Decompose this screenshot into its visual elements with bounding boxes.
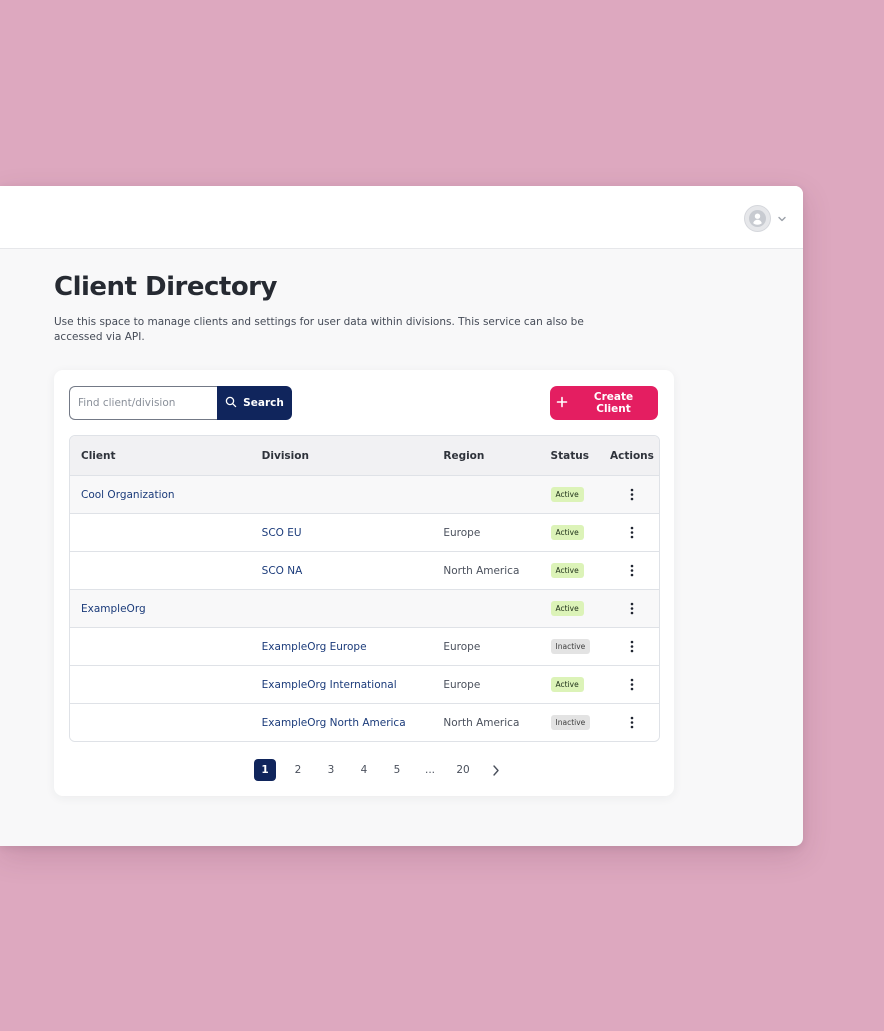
pagination-ellipsis: ...	[424, 764, 435, 776]
more-vertical-icon	[630, 564, 634, 577]
status-badge: Inactive	[550, 639, 591, 654]
row-actions-button[interactable]	[623, 560, 641, 582]
row-actions-button[interactable]	[623, 712, 641, 734]
person-icon	[749, 210, 766, 227]
region-column-header: Region	[432, 436, 540, 476]
main-content: Client Directory Use this space to manag…	[54, 270, 674, 796]
page-3-button[interactable]: 3	[320, 759, 342, 781]
page-1-button[interactable]: 1	[254, 759, 276, 781]
division-link[interactable]: SCO EU	[262, 527, 302, 539]
page-5-button[interactable]: 5	[386, 759, 408, 781]
next-page-button[interactable]	[485, 759, 507, 781]
table-row: ExampleOrg International Europe Active	[70, 665, 659, 704]
chevron-down-icon[interactable]	[776, 213, 787, 224]
page-description: Use this space to manage clients and set…	[54, 316, 584, 343]
more-vertical-icon	[630, 526, 634, 539]
region-cell: North America	[443, 716, 520, 729]
division-link[interactable]: SCO NA	[262, 565, 303, 577]
table-header-row: Client Division Region Status Actions	[70, 436, 659, 476]
row-actions-button[interactable]	[623, 522, 641, 544]
user-avatar-icon[interactable]	[744, 205, 771, 232]
search-input[interactable]	[69, 386, 217, 420]
page-title: Client Directory	[54, 272, 277, 302]
region-cell: Europe	[443, 678, 481, 691]
division-column-header: Division	[250, 436, 433, 476]
status-badge: Active	[550, 601, 584, 616]
region-cell: North America	[443, 564, 520, 577]
status-badge: Active	[550, 677, 584, 692]
search-button-label: Search	[243, 397, 284, 409]
profile-menu[interactable]	[744, 205, 787, 232]
region-cell: Europe	[443, 526, 481, 539]
table-row: ExampleOrg Active	[70, 589, 659, 628]
status-column-header: Status	[539, 436, 605, 476]
table-row: SCO EU Europe Active	[70, 513, 659, 552]
row-actions-button[interactable]	[623, 636, 641, 658]
create-client-label: Create Client	[593, 391, 634, 415]
client-link[interactable]: ExampleOrg	[81, 603, 146, 615]
clients-table: Client Division Region Status Actions Co…	[70, 436, 659, 741]
row-actions-button[interactable]	[623, 484, 641, 506]
more-vertical-icon	[630, 602, 634, 615]
search-icon	[225, 396, 237, 411]
table-row: SCO NA North America Active	[70, 551, 659, 590]
division-link[interactable]: ExampleOrg Europe	[262, 641, 367, 653]
client-column-header: Client	[70, 436, 251, 476]
row-actions-button[interactable]	[623, 598, 641, 620]
page-20-button[interactable]: 20	[452, 759, 474, 781]
more-vertical-icon	[630, 678, 634, 691]
plus-icon	[556, 396, 568, 411]
status-badge: Inactive	[550, 715, 591, 730]
table-row: ExampleOrg North America North America I…	[70, 703, 659, 741]
search-form: Search	[69, 386, 292, 420]
client-link[interactable]: Cool Organization	[81, 489, 175, 501]
clients-table-container: Client Division Region Status Actions Co…	[69, 435, 660, 742]
more-vertical-icon	[630, 488, 634, 501]
chevron-right-icon	[493, 764, 499, 776]
client-directory-window: Client Directory Use this space to manag…	[0, 186, 803, 846]
top-navigation-bar	[0, 186, 803, 249]
client-directory-card: Search Create Client Client Division	[54, 370, 674, 796]
status-badge: Active	[550, 487, 584, 502]
status-badge: Active	[550, 563, 584, 578]
more-vertical-icon	[630, 640, 634, 653]
region-cell: Europe	[443, 640, 481, 653]
pagination: 1 2 3 4 5 ... 20	[254, 759, 507, 781]
actions-column-header: Actions	[604, 436, 659, 476]
division-link[interactable]: ExampleOrg International	[262, 679, 397, 691]
more-vertical-icon	[630, 716, 634, 729]
status-badge: Active	[550, 525, 584, 540]
table-row: ExampleOrg Europe Europe Inactive	[70, 627, 659, 666]
table-row: Cool Organization Active	[70, 475, 659, 514]
division-link[interactable]: ExampleOrg North America	[262, 717, 406, 729]
row-actions-button[interactable]	[623, 674, 641, 696]
search-button[interactable]: Search	[217, 386, 292, 420]
create-client-button[interactable]: Create Client	[550, 386, 658, 420]
page-2-button[interactable]: 2	[287, 759, 309, 781]
page-4-button[interactable]: 4	[353, 759, 375, 781]
